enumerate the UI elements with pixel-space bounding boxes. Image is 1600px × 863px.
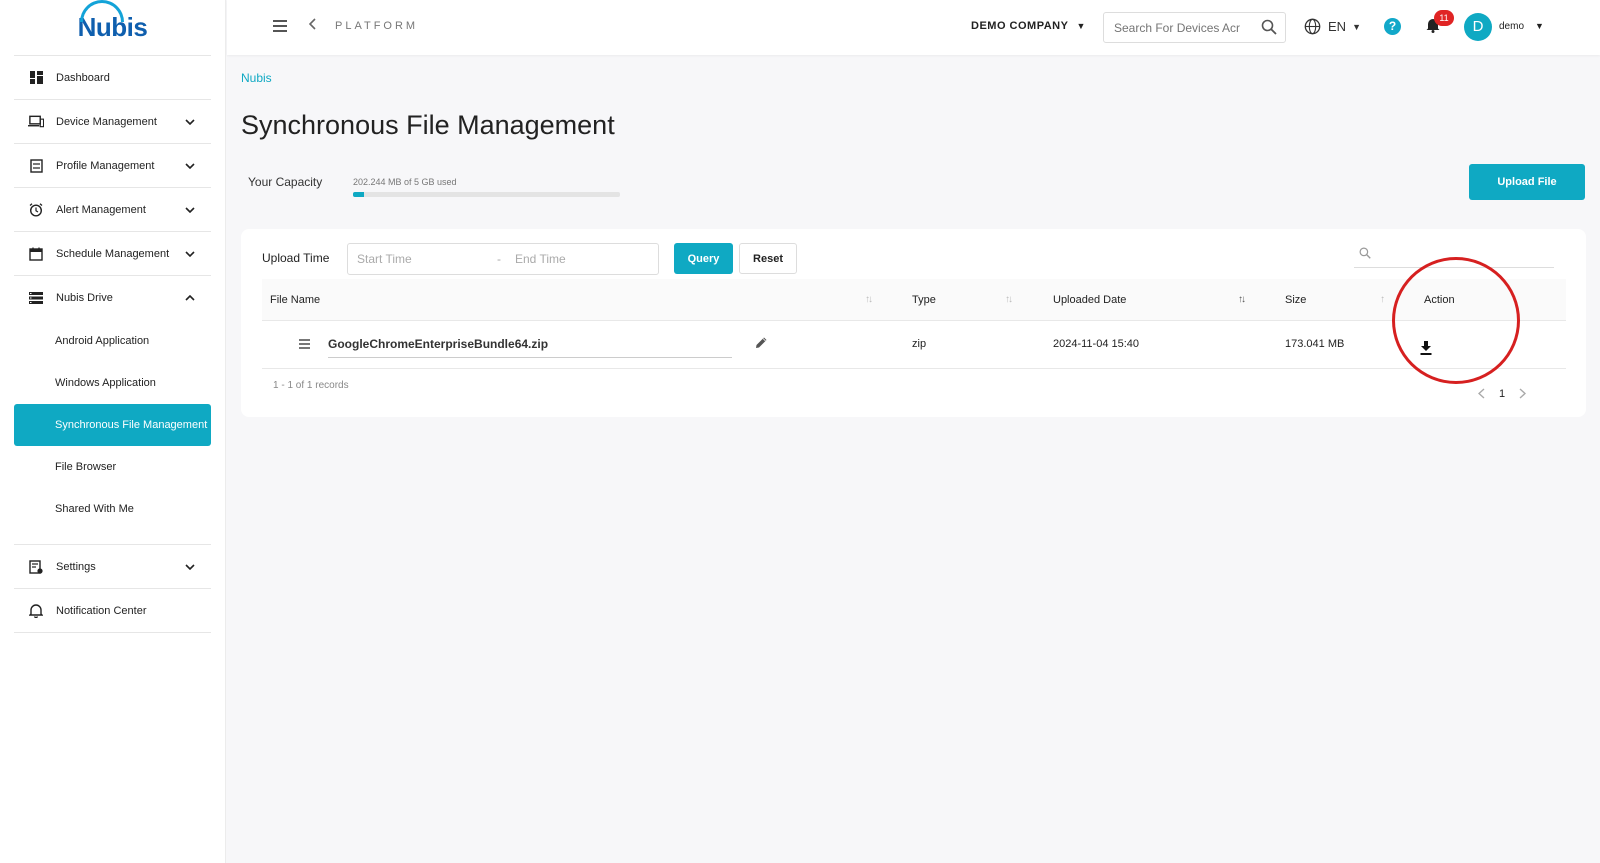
- chevron-down-icon[interactable]: [185, 561, 195, 573]
- caret-down-icon: ▼: [1352, 21, 1361, 32]
- devices-icon: [28, 114, 44, 130]
- capacity-progress-fill: [353, 192, 364, 197]
- end-time-field[interactable]: End Time: [515, 252, 566, 266]
- sort-icon[interactable]: ↑↓: [1005, 294, 1013, 305]
- logo[interactable]: Nubis: [14, 0, 211, 56]
- column-header-type[interactable]: Type: [912, 294, 936, 306]
- language-label: EN: [1328, 19, 1347, 34]
- file-size-cell: 173.041 MB: [1285, 338, 1345, 350]
- settings-icon: [28, 559, 44, 575]
- records-count: 1 - 1 of 1 records: [273, 380, 349, 391]
- column-header-action: Action: [1424, 294, 1455, 306]
- sidebar-item-label: Nubis Drive: [56, 292, 113, 304]
- sort-icon[interactable]: ↑↓: [865, 294, 873, 305]
- table-row: GoogleChromeEnterpriseBundle64.zip zip 2…: [262, 321, 1566, 369]
- sidebar-item-profile-management[interactable]: Profile Management: [14, 144, 211, 188]
- page-title: Synchronous File Management: [241, 110, 615, 140]
- pagination: 1: [1477, 386, 1527, 402]
- search-input[interactable]: [1114, 13, 1254, 42]
- sidebar-item-schedule-management[interactable]: Schedule Management: [14, 232, 211, 276]
- search-icon[interactable]: [1261, 19, 1277, 40]
- sidebar-item-windows-application[interactable]: Windows Application: [14, 362, 211, 404]
- sort-icon[interactable]: ↑: [1380, 294, 1385, 305]
- chevron-down-icon[interactable]: [185, 204, 195, 216]
- page-number[interactable]: 1: [1499, 388, 1505, 400]
- capacity-label: Your Capacity: [248, 175, 323, 189]
- chevron-down-icon[interactable]: [185, 160, 195, 172]
- breadcrumb[interactable]: Nubis: [241, 71, 272, 85]
- upload-file-button[interactable]: Upload File: [1469, 164, 1585, 200]
- notification-count-badge: 11: [1434, 10, 1454, 26]
- back-chevron-icon[interactable]: [308, 17, 317, 33]
- device-search[interactable]: [1103, 12, 1286, 43]
- calendar-icon: [28, 246, 44, 262]
- file-type-cell: zip: [912, 338, 927, 350]
- sidebar-item-settings[interactable]: Settings: [14, 545, 211, 589]
- sidebar-item-label: Schedule Management: [56, 247, 170, 260]
- chevron-up-icon[interactable]: [185, 292, 195, 304]
- sidebar-item-label: Alert Management: [56, 203, 146, 216]
- avatar[interactable]: D: [1464, 13, 1492, 41]
- drive-icon: [28, 290, 44, 306]
- files-card: Upload Time Start Time - End Time Query …: [241, 229, 1586, 417]
- download-icon[interactable]: [1420, 341, 1432, 358]
- sort-desc-icon[interactable]: ↑↓: [1238, 294, 1246, 305]
- capacity-usage-text: 202.244 MB of 5 GB used: [353, 177, 457, 187]
- table-search-input[interactable]: [1354, 240, 1554, 268]
- sidebar-item-synchronous-file-management[interactable]: Synchronous File Management: [14, 404, 211, 446]
- column-header-size[interactable]: Size: [1285, 294, 1306, 306]
- date-range-picker[interactable]: Start Time - End Time: [347, 243, 659, 275]
- sidebar: Nubis Dashboard Device Management Profil…: [0, 0, 226, 863]
- profile-icon: [28, 158, 44, 174]
- menu-icon[interactable]: [273, 20, 287, 32]
- help-icon[interactable]: ?: [1384, 18, 1401, 35]
- edit-pencil-icon[interactable]: [755, 336, 768, 352]
- chevron-down-icon[interactable]: [185, 248, 195, 260]
- column-header-uploaded-date[interactable]: Uploaded Date: [1053, 294, 1126, 306]
- uploaded-date-cell: 2024-11-04 15:40: [1053, 338, 1140, 350]
- company-selector[interactable]: DEMO COMPANY ▼: [971, 20, 1086, 32]
- sidebar-item-label: Profile Management: [56, 159, 155, 172]
- nav-menu: Dashboard Device Management Profile Mana…: [14, 56, 211, 633]
- sidebar-item-label: Dashboard: [56, 71, 110, 84]
- capacity-progress-bar: [353, 192, 620, 197]
- table-header: File Name ↑↓ Type ↑↓ Uploaded Date ↑↓ Si…: [262, 279, 1566, 321]
- sidebar-item-android-application[interactable]: Android Application: [14, 320, 211, 362]
- platform-link[interactable]: PLATFORM: [335, 20, 418, 32]
- caret-down-icon[interactable]: ▼: [1535, 21, 1544, 31]
- query-button[interactable]: Query: [674, 243, 733, 274]
- caret-down-icon: ▼: [1076, 21, 1086, 31]
- sidebar-item-label: Device Management: [56, 115, 157, 128]
- globe-icon: [1304, 18, 1321, 35]
- sidebar-item-file-browser[interactable]: File Browser: [14, 446, 211, 488]
- company-name: DEMO COMPANY: [971, 20, 1069, 32]
- chevron-down-icon[interactable]: [185, 116, 195, 128]
- nubis-drive-submenu: Android Application Windows Application …: [14, 320, 211, 545]
- top-bar: PLATFORM DEMO COMPANY▼ EN ▼ ? 11 D demo …: [227, 0, 1600, 55]
- search-icon: [1359, 246, 1371, 264]
- alarm-icon: [28, 202, 44, 218]
- sidebar-item-label: Notification Center: [56, 604, 147, 617]
- sidebar-item-device-management[interactable]: Device Management: [14, 100, 211, 144]
- sidebar-item-alert-management[interactable]: Alert Management: [14, 188, 211, 232]
- dashboard-icon: [28, 70, 44, 86]
- sidebar-item-notification-center[interactable]: Notification Center: [14, 589, 211, 633]
- drag-handle-icon[interactable]: [299, 339, 310, 351]
- sidebar-item-label: Settings: [56, 560, 96, 573]
- sidebar-item-dashboard[interactable]: Dashboard: [14, 56, 211, 100]
- column-header-file-name[interactable]: File Name: [270, 294, 320, 306]
- range-separator: -: [497, 252, 501, 266]
- next-page-icon[interactable]: [1519, 386, 1527, 402]
- bell-icon: [28, 603, 44, 619]
- sidebar-item-shared-with-me[interactable]: Shared With Me: [14, 488, 211, 530]
- prev-page-icon[interactable]: [1477, 386, 1485, 402]
- start-time-field[interactable]: Start Time: [357, 252, 497, 266]
- language-selector[interactable]: EN ▼: [1304, 18, 1361, 35]
- upload-time-label: Upload Time: [262, 251, 330, 265]
- user-name[interactable]: demo: [1499, 21, 1524, 32]
- reset-button[interactable]: Reset: [739, 243, 797, 274]
- sidebar-item-nubis-drive[interactable]: Nubis Drive: [14, 276, 211, 320]
- file-name-cell[interactable]: GoogleChromeEnterpriseBundle64.zip: [328, 337, 732, 358]
- cloud-logo-icon: [79, 0, 124, 22]
